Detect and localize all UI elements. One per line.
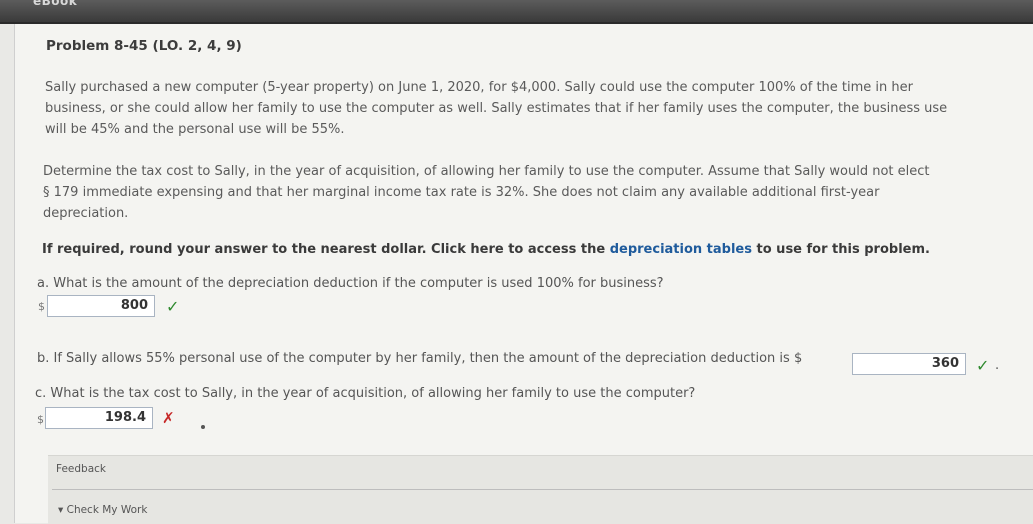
instruction-text: If required, round your answer to the ne…: [42, 242, 930, 257]
correct-check-icon: ✓: [166, 297, 180, 316]
answer-b-input[interactable]: 360: [852, 353, 966, 375]
paragraph-line: Determine the tax cost to Sally, in the …: [43, 164, 930, 179]
depreciation-tables-link[interactable]: depreciation tables: [610, 242, 752, 257]
answer-a-input[interactable]: 800: [47, 295, 155, 317]
currency-symbol: $: [38, 300, 45, 313]
check-my-work-toggle[interactable]: ▾ Check My Work: [58, 504, 147, 516]
paragraph-line: Sally purchased a new computer (5-year p…: [45, 80, 913, 95]
trailing-period: .: [995, 358, 1000, 373]
question-c-text: c. What is the tax cost to Sally, in the…: [35, 386, 696, 401]
paragraph-line: depreciation.: [43, 206, 129, 221]
divider: [52, 489, 1033, 490]
paragraph-line: business, or she could allow her family …: [45, 101, 948, 116]
cursor-dot: [201, 425, 205, 429]
paragraph-line: § 179 immediate expensing and that her m…: [43, 185, 880, 200]
correct-check-icon: ✓: [976, 356, 990, 375]
paragraph-line: will be 45% and the personal use will be…: [45, 122, 345, 137]
feedback-label: Feedback: [56, 463, 107, 475]
problem-paragraph-1: Sally purchased a new computer (5-year p…: [45, 77, 1005, 140]
question-b-text: b. If Sally allows 55% personal use of t…: [37, 351, 803, 366]
top-bar: eBook: [0, 0, 1033, 24]
currency-symbol: $: [37, 413, 44, 426]
instruction-tail: to use for this problem.: [756, 242, 930, 257]
problem-title: Problem 8-45 (LO. 2, 4, 9): [46, 38, 242, 54]
instruction-lead: If required, round your answer to the ne…: [42, 242, 606, 257]
incorrect-x-icon: ✗: [162, 409, 175, 427]
question-a-text: a. What is the amount of the depreciatio…: [37, 276, 664, 291]
ebook-tab[interactable]: eBook: [33, 0, 77, 8]
problem-paragraph-2: Determine the tax cost to Sally, in the …: [43, 161, 993, 224]
answer-c-input[interactable]: 198.4: [45, 407, 153, 429]
